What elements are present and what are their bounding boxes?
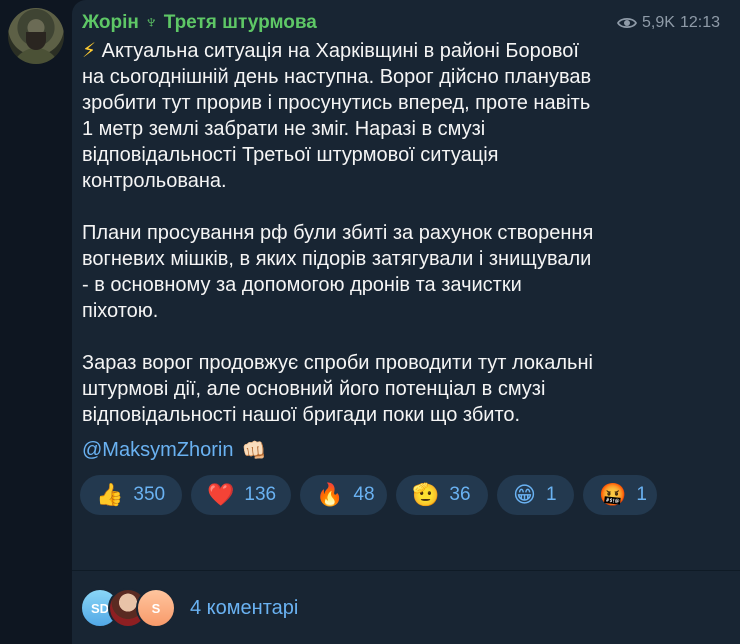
mention-line: @MaksymZhorin 👊🏻: [82, 438, 266, 463]
reactions: 👍 350 ❤️ 136 🔥 48 🫡 36 😁 1 🤬 1: [80, 475, 680, 515]
fire-icon: 🔥: [316, 482, 344, 507]
avatar-shoulders: [12, 48, 60, 64]
reaction-heart[interactable]: ❤️ 136: [191, 475, 291, 515]
lightning-icon: ⚡: [82, 40, 97, 62]
heart-icon: ❤️: [207, 482, 235, 507]
avatar-beard: [26, 32, 46, 50]
reaction-salute[interactable]: 🫡 36: [396, 475, 488, 515]
paragraph-3: Зараз ворог продовжує спроби проводити т…: [82, 352, 593, 426]
message-bubble: Жорін ♆ Третя штурмова 5,9K 12:13 ⚡ Акту…: [72, 0, 740, 644]
reaction-grin[interactable]: 😁 1: [497, 475, 574, 515]
reaction-count: 36: [449, 484, 471, 505]
reaction-count: 136: [244, 484, 277, 505]
reaction-fire[interactable]: 🔥 48: [300, 475, 387, 515]
eye-icon: [617, 17, 638, 29]
comments-label: 4 коментарі: [190, 596, 299, 619]
divider: [72, 570, 740, 571]
reaction-thumbs-up[interactable]: 👍 350: [80, 475, 182, 515]
message-header: Жорін ♆ Третя штурмова 5,9K 12:13: [82, 10, 720, 36]
reaction-count: 350: [133, 484, 166, 505]
reaction-cursing[interactable]: 🤬 1: [583, 475, 657, 515]
view-count: 5,9K: [642, 14, 675, 31]
paragraph-1-text: Актуальна ситуація на Харківщині в район…: [82, 40, 592, 192]
channel-avatar[interactable]: [8, 8, 64, 64]
reaction-count: 48: [353, 484, 375, 505]
mention-link[interactable]: @MaksymZhorin: [82, 439, 233, 462]
message-time: 12:13: [679, 14, 720, 31]
message-meta: 5,9K 12:13: [617, 14, 720, 32]
cursing-face-icon: 🤬: [599, 482, 627, 507]
comments-button[interactable]: SD S 4 коментарі: [80, 588, 298, 628]
message-text: ⚡ Актуальна ситуація на Харківщині в рай…: [82, 38, 682, 454]
reaction-count: 1: [545, 484, 557, 505]
paragraph-1: ⚡ Актуальна ситуація на Харківщині в рай…: [82, 38, 682, 194]
grin-icon: 😁: [513, 482, 536, 507]
paragraph-2: Плани просування рф були збиті за рахуно…: [82, 222, 594, 322]
reaction-count: 1: [636, 484, 647, 505]
channel-name[interactable]: Жорін ♆ Третя штурмова: [82, 12, 317, 34]
salute-icon: 🫡: [412, 482, 440, 507]
fist-icon: 👊🏻: [241, 440, 267, 462]
thumbs-up-icon: 👍: [96, 482, 124, 507]
commenter-avatar: S: [136, 588, 176, 628]
